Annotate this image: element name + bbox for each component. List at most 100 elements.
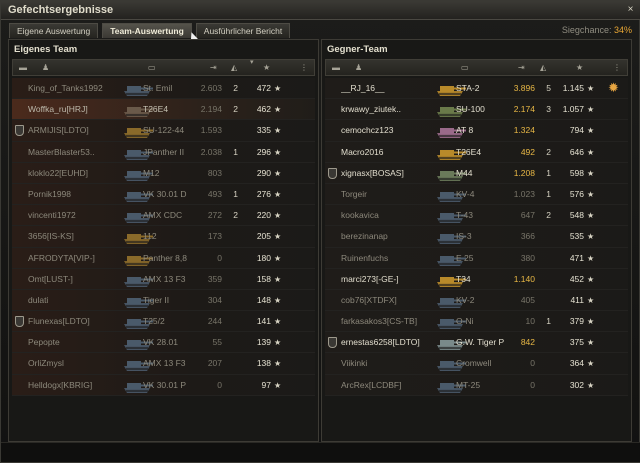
damage-value: 2.194 (200, 104, 222, 115)
damage-value: 2.174 (513, 104, 535, 115)
tank-name: 112 (143, 231, 157, 242)
tab-own-evaluation[interactable]: Eigene Auswertung (9, 23, 99, 38)
tab-detailed-report[interactable]: Ausführlicher Bericht (195, 23, 291, 38)
star-icon: ★ (274, 147, 282, 157)
player-row[interactable]: kloklo22[EUHD] M12 803 290 ★ (12, 162, 315, 184)
player-row[interactable]: kookavica T-43 647 2 548 ★ (325, 205, 628, 227)
tank-name: Panther 8,8 (143, 252, 187, 263)
tank-name: St. Emil (143, 83, 173, 93)
tank-name: M44 (456, 167, 473, 178)
squad-column-icon[interactable]: ▬ (332, 63, 340, 73)
damage-column-icon[interactable]: ⇥ (210, 63, 217, 73)
player-column-icon[interactable]: ♟ (355, 63, 362, 73)
player-row[interactable]: MasterBlaster53.. JPanther II 2.038 1 296 ★ (12, 141, 315, 163)
player-row[interactable]: __RJ_16__ STA-2 3.896 5 1.145 ★ ✹ (325, 78, 628, 100)
player-row[interactable]: Viikinki Cromwell 0 364 ★ (325, 353, 628, 375)
win-chance-label: Siegchance: (561, 25, 612, 35)
tank-name: AMX 13 F3 (143, 273, 186, 284)
star-icon: ★ (587, 84, 595, 93)
player-row[interactable]: krwawy_ziutek.. SU-100 2.174 3 1.057 ★ (325, 99, 628, 121)
tank-name: AMX 13 F3 (143, 358, 186, 369)
xp-value: 548 (569, 210, 584, 221)
options-column-icon[interactable]: ⋮ (300, 63, 308, 73)
player-row[interactable]: ArcRex[LCDBF] MT-25 0 302 ★ (325, 374, 628, 396)
damage-value: 2.038 (200, 146, 222, 157)
kills-column-icon[interactable]: ◭ (231, 63, 237, 73)
player-row[interactable]: berezinanap IS-3 366 535 ★ (325, 226, 628, 248)
player-name: MasterBlaster53.. (28, 146, 95, 157)
player-row[interactable]: Macro2016 T26E4 492 2 646 ★ (325, 141, 628, 163)
star-icon: ★ (587, 253, 595, 263)
damage-value: 0 (217, 252, 222, 263)
player-row[interactable]: OrliZmysl AMX 13 F3 207 138 ★ (12, 353, 315, 375)
player-column-icon[interactable]: ♟ (42, 63, 49, 73)
damage-value: 244 (207, 316, 222, 327)
player-name: vincenti1972 (28, 210, 76, 221)
xp-value: 375 (569, 337, 584, 348)
enemy-team-title: Gegner-Team (327, 44, 388, 55)
player-row[interactable]: ernestas6258[LDTO] G.W. Tiger P 842 375 ★ (325, 332, 628, 354)
star-icon: ★ (274, 211, 282, 221)
xp-value: 97 (261, 379, 271, 390)
player-row[interactable]: cemochcz123 AT 8 1.324 794 ★ (325, 120, 628, 142)
tab-team-evaluation[interactable]: Team-Auswertung (102, 23, 192, 38)
player-name: Ruinenfuchs (341, 252, 389, 263)
player-row[interactable]: AFRODYTA[VIP-] Panther 8,8 0 180 ★ (12, 247, 315, 269)
tab-bar: Eigene Auswertung Team-Auswertung Ausfüh… (9, 23, 291, 38)
player-row[interactable]: vincenti1972 AMX CDC 272 2 220 ★ (12, 205, 315, 227)
kills-value: 2 (233, 83, 238, 93)
player-row[interactable]: Omt[LUST-] AMX 13 F3 359 158 ★ (12, 268, 315, 290)
xp-value: 535 (569, 231, 584, 242)
kills-value: 2 (546, 210, 551, 221)
close-icon[interactable]: × (624, 4, 637, 17)
clan-shield-icon (328, 337, 337, 349)
star-icon: ★ (274, 126, 282, 136)
enemy-team-rows: __RJ_16__ STA-2 3.896 5 1.145 ★ ✹ krwawy_ziutek… (325, 78, 628, 396)
player-row[interactable]: Torgeir KV-4 1.023 1 576 ★ (325, 183, 628, 206)
player-row[interactable]: Woffka_ru[HRJ] T26E4 2.194 2 462 ★ (12, 99, 315, 121)
damage-column-icon[interactable]: ⇥ (518, 63, 525, 73)
player-name: Helldogx[KBRIG] (28, 379, 93, 390)
player-row[interactable]: cob76[XTDFX] KV-2 405 411 ★ (325, 289, 628, 312)
star-icon: ★ (274, 105, 282, 115)
player-name: dulati (28, 294, 49, 305)
squad-column-icon[interactable]: ▬ (19, 63, 27, 73)
kills-value: 5 (546, 83, 551, 93)
player-row[interactable]: Helldogx[KBRIG] VK 30.01 P 0 97 ★ (12, 374, 315, 396)
player-row[interactable]: marci273[-GE-] T34 1.140 452 ★ (325, 268, 628, 290)
damage-value: 1.208 (513, 167, 535, 178)
star-icon: ★ (274, 232, 282, 242)
player-row[interactable]: xignasx[BOSAS] M44 1.208 1 598 ★ (325, 162, 628, 184)
tank-name: T26E4 (456, 146, 482, 157)
star-icon: ★ (587, 126, 595, 136)
damage-value: 647 (520, 210, 535, 221)
options-column-icon[interactable]: ⋮ (613, 63, 621, 73)
tank-name: STA-2 (456, 83, 480, 93)
tank-name: T34 (456, 273, 471, 284)
player-row[interactable]: Flunexas[LDTO] T25/2 244 141 ★ (12, 311, 315, 333)
tank-column-icon[interactable]: ▭ (461, 63, 469, 73)
player-row[interactable]: Pepopte VK 28.01 55 139 ★ (12, 332, 315, 354)
player-row[interactable]: Ruinenfuchs E 25 380 471 ★ (325, 247, 628, 269)
player-name: berezinanap (341, 231, 388, 242)
player-name: Viikinki (341, 358, 368, 369)
damage-value: 10 (525, 316, 535, 327)
kills-column-icon[interactable]: ◭ (540, 63, 546, 73)
xp-column-icon[interactable]: ★ (576, 63, 583, 73)
player-row[interactable]: ARMIJIS[LDTO] SU-122-44 1.593 335 ★ (12, 120, 315, 142)
player-row[interactable]: dulati Tiger II 304 148 ★ (12, 289, 315, 312)
tank-name: JPanther II (143, 146, 185, 157)
tank-name: KV-4 (456, 188, 475, 199)
damage-value: 1.324 (513, 125, 535, 136)
clan-shield-icon (328, 167, 337, 179)
player-name: __RJ_16__ (341, 83, 385, 93)
tank-column-icon[interactable]: ▭ (148, 63, 156, 73)
player-row[interactable]: farkasakos3[CS-TB] O-Ni 10 1 379 ★ (325, 311, 628, 333)
player-row[interactable]: King_of_Tanks1992 St. Emil 2.603 2 472 ★ (12, 78, 315, 100)
xp-value: 576 (569, 188, 584, 199)
player-name: ArcRex[LCDBF] (341, 379, 402, 390)
player-row[interactable]: 3656[IS-KS] 112 173 205 ★ (12, 226, 315, 248)
xp-value: 471 (569, 252, 584, 263)
xp-column-icon[interactable]: ★ (263, 63, 270, 73)
player-row[interactable]: Pornik1998 VK 30.01 D 493 1 276 ★ (12, 183, 315, 206)
